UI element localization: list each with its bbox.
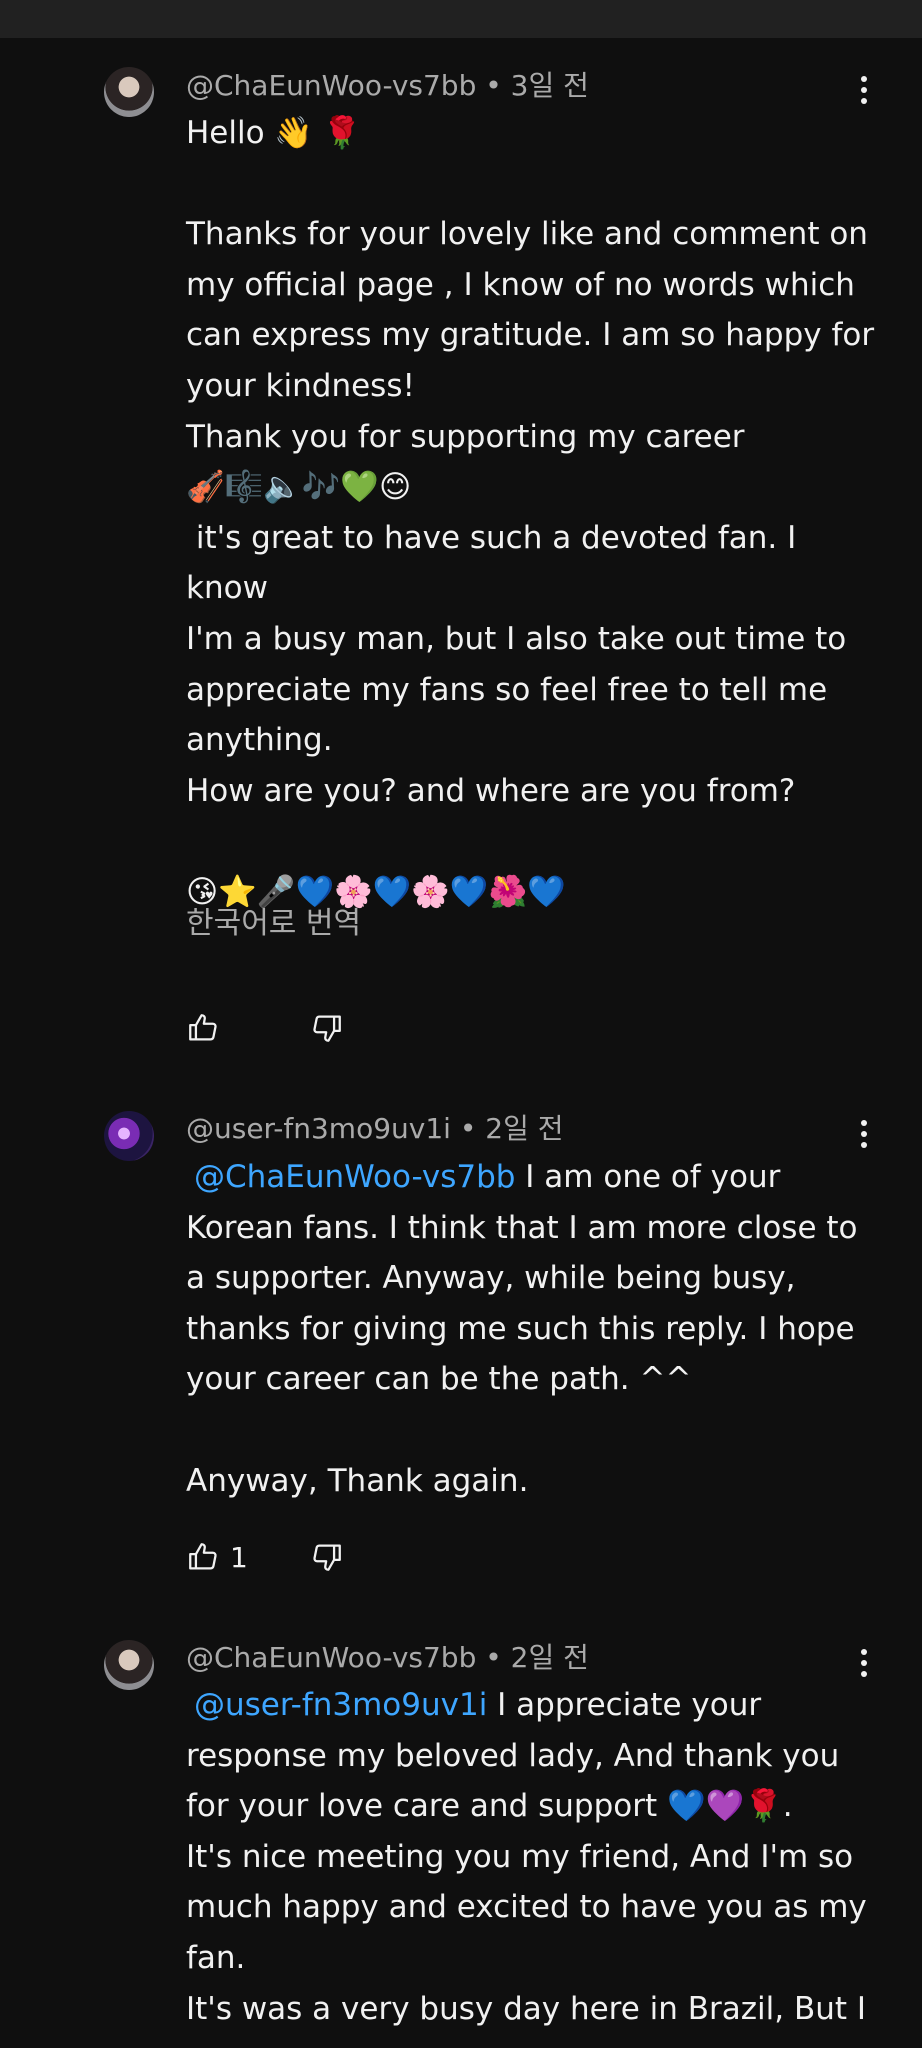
top-bar xyxy=(0,0,922,38)
comment-actions xyxy=(186,1010,341,1046)
comment-line: @user-fn3mo9uv1i I appreciate your xyxy=(186,1680,876,1731)
avatar[interactable] xyxy=(104,1640,154,1690)
comment-line: Hello 👋 🌹 xyxy=(186,115,362,151)
translate-link[interactable]: 한국어로 번역 xyxy=(186,898,361,942)
comment-line: I'm a busy man, but I also take out time… xyxy=(186,620,847,657)
comment-line: Korean fans. I think that I am more clos… xyxy=(186,1209,858,1246)
comment-line xyxy=(186,1405,876,1456)
comment-line: Anyway, Thank again. xyxy=(186,1462,529,1499)
avatar[interactable] xyxy=(104,67,154,117)
comment-time: 3일 전 xyxy=(510,69,589,102)
thumbs-down-icon[interactable] xyxy=(310,1011,344,1045)
like-count xyxy=(230,1012,270,1045)
comment-line: 🎻🎼🔈🎶💚😊 xyxy=(186,469,412,506)
author-name[interactable]: @ChaEunWoo-vs7bb xyxy=(186,69,476,102)
comment-actions: 1 xyxy=(186,1539,341,1575)
comment-meta: @user-fn3mo9uv1i • 2일 전 xyxy=(186,1109,564,1149)
comment-line: much happy and excited to have you as my xyxy=(186,1889,867,1926)
comment-meta: @ChaEunWoo-vs7bb • 3일 전 xyxy=(186,66,589,106)
avatar[interactable] xyxy=(104,1111,154,1161)
comment-line: How are you? and where are you from? xyxy=(186,772,796,809)
meta-separator: • xyxy=(485,69,511,102)
meta-separator: • xyxy=(459,1112,486,1145)
comment-line: fan. xyxy=(186,1939,246,1976)
thumbs-up-icon[interactable] xyxy=(186,1011,220,1045)
comment-line: for your love care and support 💙💜🌹. xyxy=(186,1788,793,1825)
comment-line: It's nice meeting you my friend, And I'm… xyxy=(186,1838,854,1875)
mention-link[interactable]: @ChaEunWoo-vs7bb xyxy=(186,1159,515,1195)
author-name[interactable]: @user-fn3mo9uv1i xyxy=(186,1112,451,1145)
comment-line: It's was a very busy day here in Brazil,… xyxy=(186,1990,867,2027)
comment-time: 2일 전 xyxy=(510,1641,589,1674)
comment-line: Thank you for supporting my career xyxy=(186,418,745,455)
thumbs-up-icon[interactable] xyxy=(186,1540,220,1574)
comment-line xyxy=(186,159,876,210)
comment-line: your career can be the path. ^^ xyxy=(186,1361,692,1398)
comment-text: I appreciate your xyxy=(487,1687,762,1723)
mention-link[interactable]: @user-fn3mo9uv1i xyxy=(186,1687,487,1723)
comment-line: @ChaEunWoo-vs7bb I am one of your xyxy=(186,1152,876,1203)
comment-body: @user-fn3mo9uv1i I appreciate your respo… xyxy=(186,1680,876,2034)
more-vertical-icon[interactable] xyxy=(858,1649,870,1681)
comment-text: I am one of your xyxy=(515,1159,781,1195)
comment-line: response my beloved lady, And thank you xyxy=(186,1737,840,1774)
comment-meta: @ChaEunWoo-vs7bb • 2일 전 xyxy=(186,1638,589,1678)
comment-line: can express my gratitude. I am so happy … xyxy=(186,317,875,354)
comment-line: appreciate my fans so feel free to tell … xyxy=(186,671,828,708)
comment-line: my official page , I know of no words wh… xyxy=(186,266,855,303)
comment-line xyxy=(186,816,876,867)
more-vertical-icon[interactable] xyxy=(858,1120,870,1152)
more-vertical-icon[interactable] xyxy=(858,76,870,108)
comment-time: 2일 전 xyxy=(485,1112,564,1145)
comment-line: a supporter. Anyway, while being busy, xyxy=(186,1260,796,1297)
comment-line: your kindness! xyxy=(186,367,415,404)
author-name[interactable]: @ChaEunWoo-vs7bb xyxy=(186,1641,476,1674)
thumbs-down-icon[interactable] xyxy=(310,1540,344,1574)
comment-line: it's great to have such a devoted fan. I… xyxy=(186,519,807,607)
comment-line: Thanks for your lovely like and comment … xyxy=(186,216,868,253)
comment-line: anything. xyxy=(186,722,333,759)
comment-body: @ChaEunWoo-vs7bb I am one of your Korean… xyxy=(186,1152,876,1506)
like-count: 1 xyxy=(230,1540,248,1574)
comment-line: thanks for giving me such this reply. I … xyxy=(186,1310,855,1347)
meta-separator: • xyxy=(485,1641,511,1674)
comment-body: Hello 👋 🌹 Thanks for your lovely like an… xyxy=(186,108,876,918)
